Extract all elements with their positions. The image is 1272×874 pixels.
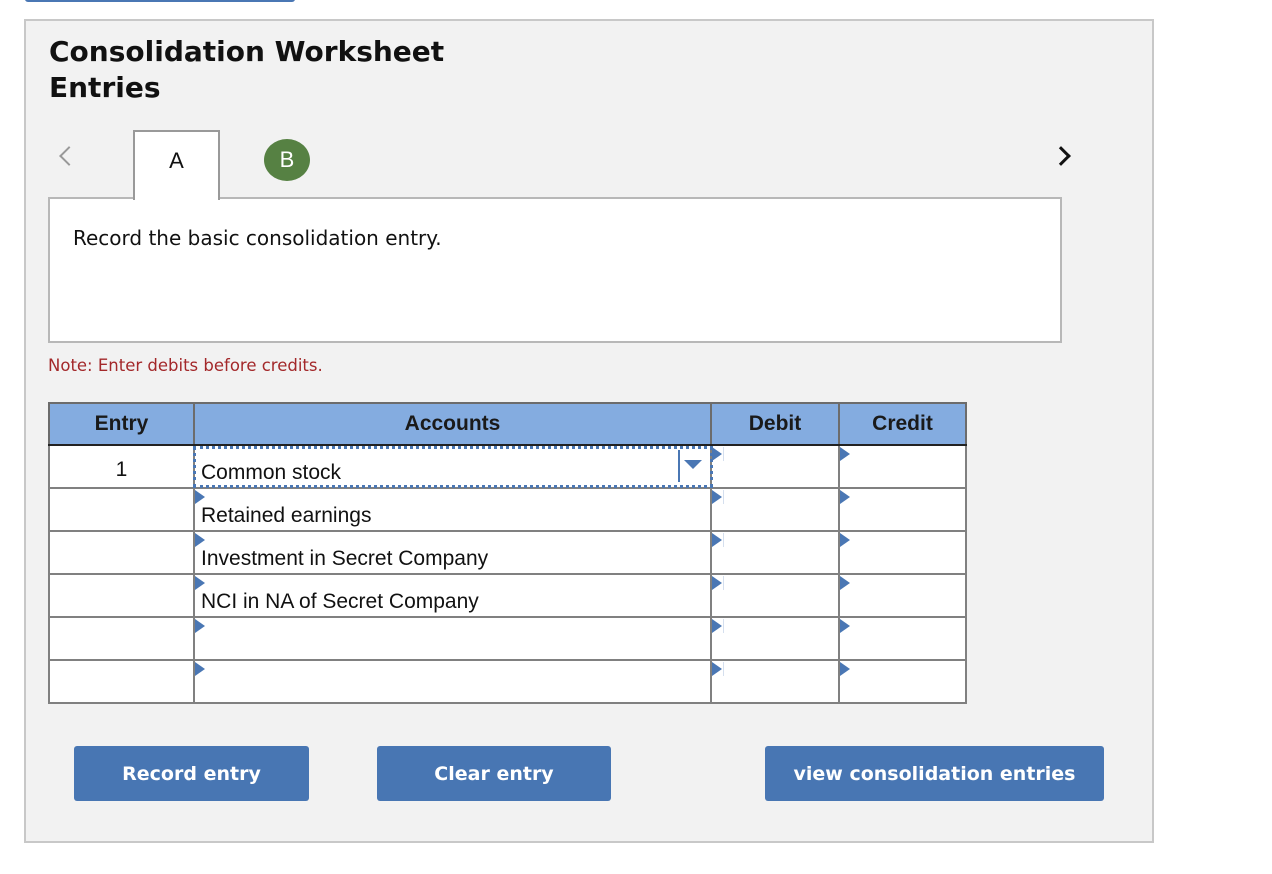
account-select-cell[interactable]: NCI in NA of Secret Company: [193, 573, 712, 618]
cell-marker-icon: [840, 619, 850, 633]
cell-marker-icon: [712, 533, 722, 547]
account-select-cell[interactable]: Retained earnings: [193, 487, 712, 532]
entry-number-cell: [48, 487, 195, 532]
next-button[interactable]: [1050, 140, 1080, 174]
page-title: Consolidation Worksheet Entries: [49, 35, 445, 104]
cell-marker-icon: [712, 662, 722, 676]
header-credit: Credit: [838, 402, 967, 446]
debit-input-cell[interactable]: [710, 487, 840, 532]
header-accounts: Accounts: [193, 402, 712, 446]
chevron-right-icon: [1051, 146, 1071, 166]
account-select-cell[interactable]: [193, 659, 712, 704]
chevron-left-icon: [59, 146, 79, 166]
tab-a[interactable]: A: [133, 130, 220, 200]
account-select-cell[interactable]: Common stock: [193, 444, 713, 489]
table-row: NCI in NA of Secret Company: [48, 573, 967, 618]
instruction-box: Record the basic consolidation entry.: [48, 197, 1062, 343]
credit-input-cell[interactable]: [838, 530, 967, 575]
cell-marker-icon: [840, 662, 850, 676]
text-cursor: [723, 490, 724, 504]
account-value: Common stock: [201, 461, 342, 484]
table-row: Retained earnings: [48, 487, 967, 532]
cell-marker-icon: [840, 490, 850, 504]
entry-number-cell: [48, 616, 195, 661]
entry-number-cell: [48, 530, 195, 575]
record-entry-button[interactable]: Record entry: [74, 746, 309, 801]
clear-entry-button[interactable]: Clear entry: [377, 746, 611, 801]
text-cursor: [723, 533, 724, 547]
debit-input-cell[interactable]: [710, 659, 840, 704]
account-value: Retained earnings: [201, 504, 372, 527]
cell-marker-icon: [195, 533, 205, 547]
cell-marker-icon: [712, 619, 722, 633]
credit-input-cell[interactable]: [838, 487, 967, 532]
top-accent-bar: [25, 0, 295, 2]
credit-input-cell[interactable]: [838, 616, 967, 661]
table-row: [48, 616, 967, 661]
cell-marker-icon: [195, 619, 205, 633]
text-cursor: [723, 576, 724, 590]
tab-b[interactable]: B: [264, 139, 310, 181]
text-cursor: [723, 619, 724, 633]
previous-button[interactable]: [52, 140, 82, 174]
account-select-cell[interactable]: Investment in Secret Company: [193, 530, 712, 575]
note-text: Note: Enter debits before credits.: [48, 356, 323, 375]
header-debit: Debit: [710, 402, 840, 446]
view-consolidation-entries-button[interactable]: view consolidation entries: [765, 746, 1104, 801]
text-cursor: [723, 662, 724, 676]
cell-marker-icon: [840, 576, 850, 590]
header-entry: Entry: [48, 402, 195, 446]
cell-marker-icon: [840, 533, 850, 547]
account-value: NCI in NA of Secret Company: [201, 590, 479, 613]
debit-input-cell[interactable]: [710, 616, 840, 661]
text-cursor: [723, 447, 724, 461]
journal-table: Entry Accounts Debit Credit 1 Common stoc…: [48, 402, 967, 704]
debit-input-cell[interactable]: [710, 573, 840, 618]
cell-marker-icon: [712, 576, 722, 590]
table-row: Investment in Secret Company: [48, 530, 967, 575]
table-row: 1 Common stock: [48, 444, 967, 489]
debit-input-cell[interactable]: [710, 444, 840, 489]
table-row: [48, 659, 967, 704]
dropdown-separator: [678, 450, 680, 482]
instruction-text: Record the basic consolidation entry.: [73, 226, 442, 250]
entry-number-cell: [48, 659, 195, 704]
account-value: Investment in Secret Company: [201, 547, 489, 570]
entry-number-cell: [48, 573, 195, 618]
cell-marker-icon: [195, 662, 205, 676]
cell-marker-icon: [195, 490, 205, 504]
cell-marker-icon: [712, 490, 722, 504]
dropdown-arrow-icon[interactable]: [684, 460, 702, 469]
credit-input-cell[interactable]: [838, 659, 967, 704]
credit-input-cell[interactable]: [838, 573, 967, 618]
table-header-row: Entry Accounts Debit Credit: [48, 402, 967, 446]
entry-number-cell: 1: [48, 444, 195, 489]
cell-marker-icon: [712, 447, 722, 461]
cell-marker-icon: [840, 447, 850, 461]
debit-input-cell[interactable]: [710, 530, 840, 575]
credit-input-cell[interactable]: [838, 444, 967, 489]
cell-marker-icon: [195, 576, 205, 590]
account-select-cell[interactable]: [193, 616, 712, 661]
